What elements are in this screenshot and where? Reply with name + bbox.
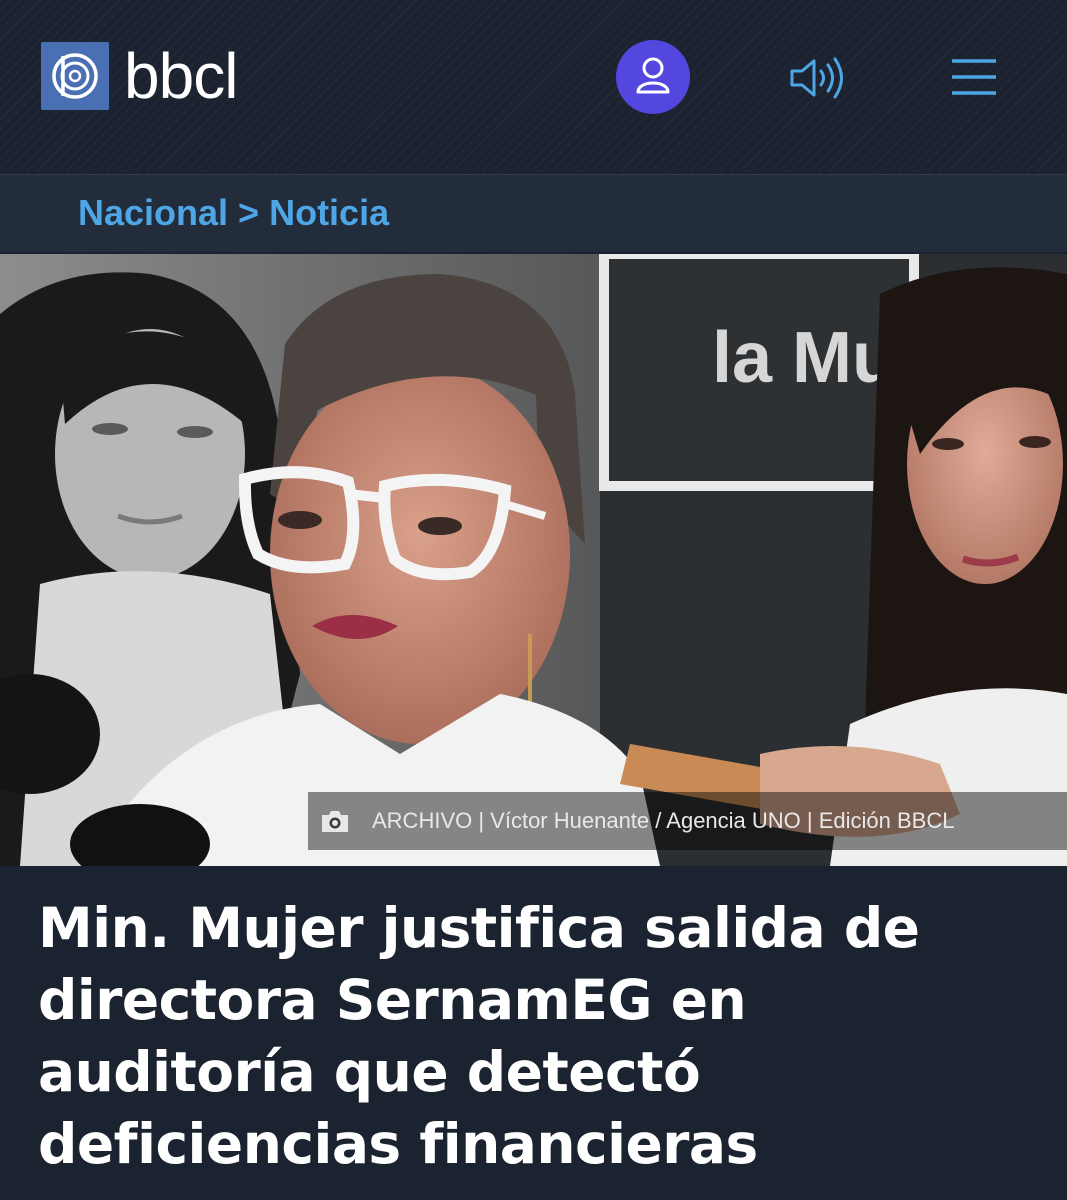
breadcrumb-separator: >	[238, 192, 260, 233]
article-headline[interactable]: Min. Mujer justifica salida de directora…	[38, 892, 1038, 1180]
camera-icon	[322, 811, 348, 832]
user-icon	[636, 57, 670, 94]
photo-caption: ARCHIVO | Víctor Huenante / Agencia UNO …	[308, 792, 1067, 850]
hero-photo: la Mu	[0, 254, 1067, 866]
audio-button[interactable]	[788, 54, 850, 102]
audio-speaker-icon	[790, 57, 843, 99]
hero-image: la Mu ARCHIVO | Víctor Huenante / Agenci…	[0, 254, 1067, 866]
photo-caption-text: ARCHIVO | Víctor Huenante / Agencia UNO …	[372, 808, 955, 833]
user-account-button[interactable]	[616, 40, 690, 114]
breadcrumb-link-nacional[interactable]: Nacional	[78, 192, 228, 233]
background-sign-text: la Mu	[712, 318, 896, 398]
bbcl-logo-icon[interactable]	[41, 42, 109, 110]
breadcrumb-bar: Nacional > Noticia	[0, 174, 1067, 252]
site-header: bbcl	[0, 0, 1067, 172]
article-headline-area: Min. Mujer justifica salida de directora…	[0, 866, 1067, 1200]
hamburger-menu-icon	[952, 59, 996, 95]
menu-button[interactable]	[950, 56, 998, 98]
site-logo-text[interactable]: bbcl	[124, 40, 238, 112]
breadcrumb-link-noticia[interactable]: Noticia	[269, 192, 389, 233]
breadcrumb: Nacional > Noticia	[78, 189, 389, 237]
